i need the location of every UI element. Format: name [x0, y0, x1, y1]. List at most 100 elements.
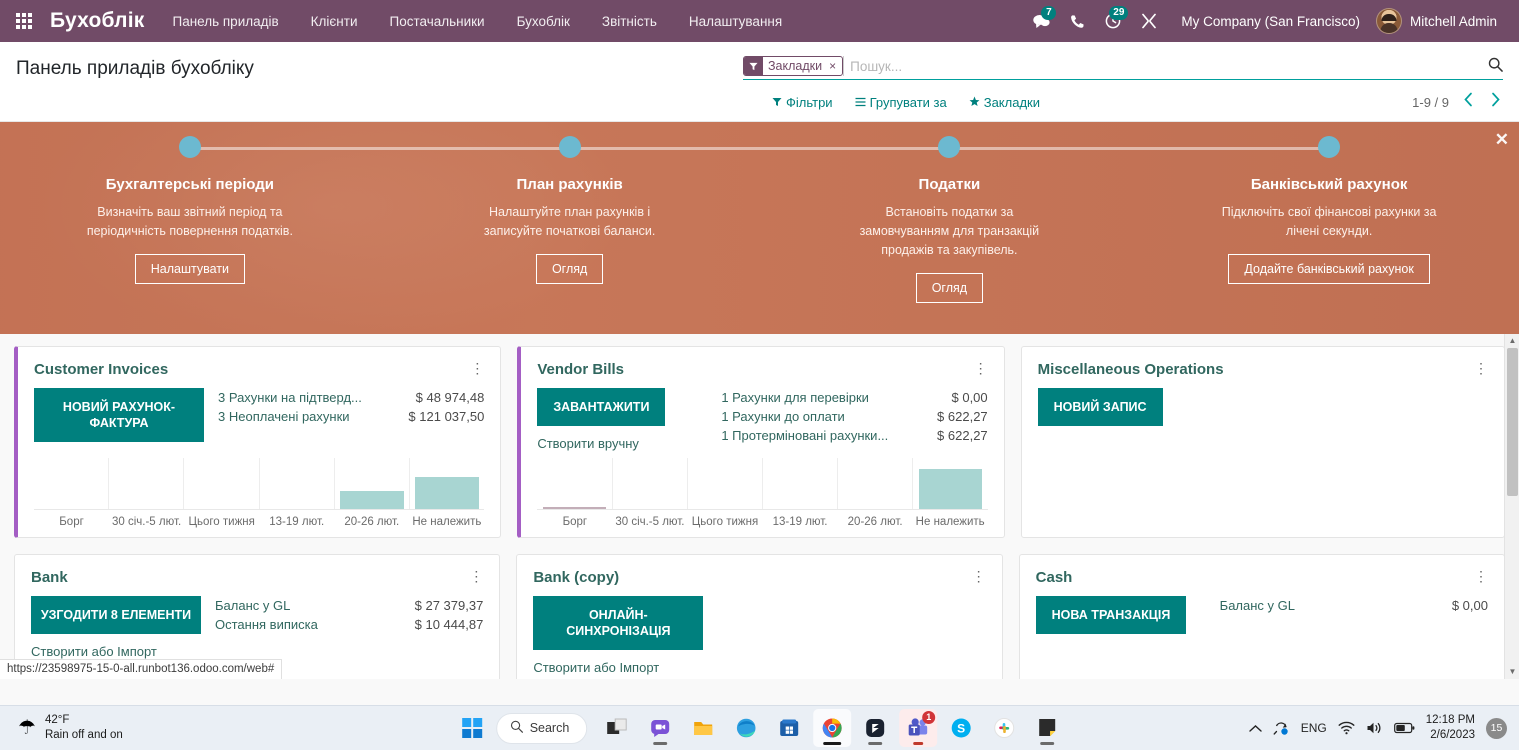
wrench-icon[interactable]: [1131, 0, 1167, 42]
edge-icon[interactable]: [727, 709, 765, 747]
taskbar-search[interactable]: Search: [495, 712, 588, 744]
chart-tick-label: 30 січ.-5 лют.: [615, 516, 685, 528]
stat-label[interactable]: Остання виписка: [215, 615, 318, 634]
search-facet-favorites[interactable]: Закладки ×: [743, 56, 844, 76]
scroll-up-icon[interactable]: ▲: [1505, 334, 1519, 348]
card-stats: 1 Рахунки для перевірки $ 0,00 1 Рахунки…: [721, 388, 987, 453]
clock[interactable]: 12:18 PM 2/6/2023: [1426, 713, 1475, 743]
code-editor-icon[interactable]: [856, 709, 894, 747]
weather-widget[interactable]: ☂ 42°F Rain off and on: [0, 713, 123, 743]
magnifier-icon[interactable]: [1480, 57, 1503, 76]
vertical-scrollbar[interactable]: ▲ ▼: [1504, 334, 1519, 679]
scroll-down-icon[interactable]: ▼: [1505, 665, 1519, 679]
chart-column: [537, 458, 611, 509]
app-brand[interactable]: Бухоблік: [50, 9, 144, 33]
step-dot-icon[interactable]: [178, 136, 201, 158]
menu-item-reporting[interactable]: Звітність: [586, 3, 673, 40]
language-indicator[interactable]: ENG: [1301, 721, 1327, 735]
sticky-notes-icon[interactable]: [1028, 709, 1066, 747]
chevron-left-icon[interactable]: [1461, 92, 1476, 112]
microsoft-store-icon[interactable]: [770, 709, 808, 747]
chart-column: [686, 458, 762, 509]
user-menu[interactable]: Mitchell Admin: [1374, 8, 1505, 34]
company-selector[interactable]: My Company (San Francisco): [1167, 14, 1374, 29]
online-sync-button[interactable]: Онлайн-синхронізація: [533, 596, 704, 650]
windows-start-icon[interactable]: [453, 709, 491, 747]
top-navbar: Бухоблік Панель приладів Клієнти Постача…: [0, 0, 1519, 42]
step-action-button[interactable]: Налаштувати: [134, 254, 245, 284]
stat-label[interactable]: Баланс у GL: [1220, 596, 1295, 615]
search-input[interactable]: [843, 56, 1480, 76]
filters-dropdown[interactable]: Фільтри: [772, 95, 833, 110]
teams-icon[interactable]: 1: [899, 709, 938, 747]
card-row-top: Customer Invoices ⋮ Новий Рахунок-фактур…: [14, 346, 1505, 538]
kebab-menu-icon[interactable]: ⋮: [972, 569, 986, 583]
battery-icon[interactable]: [1393, 722, 1415, 734]
create-import-statement-link[interactable]: Створити або Імпорт Виписки: [533, 659, 703, 679]
chat-bubble-icon[interactable]: 7: [1023, 0, 1059, 42]
menu-item-vendors[interactable]: Постачальники: [373, 3, 500, 40]
kebab-menu-icon[interactable]: ⋮: [1474, 361, 1488, 375]
step-dot-icon[interactable]: [1318, 136, 1341, 158]
skype-icon[interactable]: S: [942, 709, 980, 747]
menu-item-accounting[interactable]: Бухоблік: [501, 3, 586, 40]
step-dot-icon[interactable]: [558, 136, 581, 158]
onboarding-banner: ✕ Бухгалтерські періоди Визначіть ваш зв…: [0, 122, 1519, 334]
chart-column: [258, 458, 334, 509]
menu-item-dashboard[interactable]: Панель приладів: [156, 3, 294, 40]
chart-column: [761, 458, 837, 509]
step-action-button[interactable]: Огляд: [915, 273, 984, 303]
menu-item-configuration[interactable]: Налаштування: [673, 3, 798, 40]
task-view-icon[interactable]: [598, 709, 636, 747]
stat-label[interactable]: 3 Неоплачені рахунки: [218, 407, 350, 426]
chrome-icon[interactable]: [813, 709, 852, 747]
onboarding-step-bank-account: Банківський рахунок Підключіть свої фіна…: [1139, 136, 1519, 334]
onedrive-sync-icon[interactable]: [1273, 721, 1290, 736]
clock-activity-icon[interactable]: 29: [1095, 0, 1131, 42]
step-action-button[interactable]: Додайте банківський рахунок: [1228, 254, 1430, 284]
facet-remove-icon[interactable]: ×: [827, 59, 842, 73]
kebab-menu-icon[interactable]: ⋮: [974, 361, 988, 375]
step-action-button[interactable]: Огляд: [535, 254, 604, 284]
upload-bill-button[interactable]: Завантажити: [537, 388, 666, 426]
new-invoice-button[interactable]: Новий Рахунок-фактура: [34, 388, 204, 442]
file-explorer-icon[interactable]: [684, 709, 722, 747]
apps-grid-icon[interactable]: [10, 7, 38, 35]
scrollbar-thumb[interactable]: [1507, 348, 1518, 496]
stat-row: Баланс у GL $ 0,00: [1220, 596, 1488, 615]
chevron-right-icon[interactable]: [1488, 92, 1503, 112]
stat-label[interactable]: 1 Рахунки для перевірки: [721, 388, 869, 407]
kebab-menu-icon[interactable]: ⋮: [469, 569, 483, 583]
create-manually-link[interactable]: Створити вручну: [537, 435, 707, 453]
new-transaction-button[interactable]: Нова транзакція: [1035, 596, 1187, 634]
chart-tick-label: 20-26 лют.: [847, 516, 903, 528]
kebab-menu-icon[interactable]: ⋮: [1474, 569, 1488, 583]
stat-label[interactable]: 1 Рахунки до оплати: [721, 407, 845, 426]
phone-icon[interactable]: [1059, 0, 1095, 42]
teams-chat-icon[interactable]: [641, 709, 679, 747]
speaker-icon[interactable]: [1366, 721, 1383, 735]
groupby-dropdown[interactable]: Групувати за: [855, 95, 947, 110]
card-stats: [1222, 388, 1488, 426]
slack-icon[interactable]: [985, 709, 1023, 747]
wifi-icon[interactable]: [1338, 721, 1355, 735]
step-dot-icon[interactable]: [938, 136, 961, 158]
stat-label[interactable]: 1 Протерміновані рахунки...: [721, 426, 888, 445]
facet-label: Закладки: [768, 59, 823, 73]
new-entry-button[interactable]: Новий запис: [1037, 388, 1163, 426]
stat-label[interactable]: Баланс у GL: [215, 596, 290, 615]
card-title: Cash: [1035, 569, 1073, 586]
favorites-label: Закладки: [983, 94, 1040, 110]
step-connector: [1139, 147, 1330, 150]
dashboard-area: Customer Invoices ⋮ Новий Рахунок-фактур…: [0, 334, 1519, 679]
chart-tick-label: Борг: [562, 516, 588, 528]
chart-column: [409, 458, 484, 509]
chevron-up-icon[interactable]: [1249, 724, 1262, 733]
favorites-dropdown[interactable]: Закладки: [969, 95, 1040, 110]
menu-item-customers[interactable]: Клієнти: [295, 3, 374, 40]
notification-count-badge[interactable]: 15: [1486, 717, 1507, 739]
stat-label[interactable]: 3 Рахунки на підтверд...: [218, 388, 362, 407]
bills-bar-chart: Борг 30 січ.-5 лют. Цього тижня 13-19 лю…: [521, 458, 1003, 537]
reconcile-button[interactable]: Узгодити 8 Елементи: [31, 596, 201, 634]
kebab-menu-icon[interactable]: ⋮: [470, 361, 484, 375]
